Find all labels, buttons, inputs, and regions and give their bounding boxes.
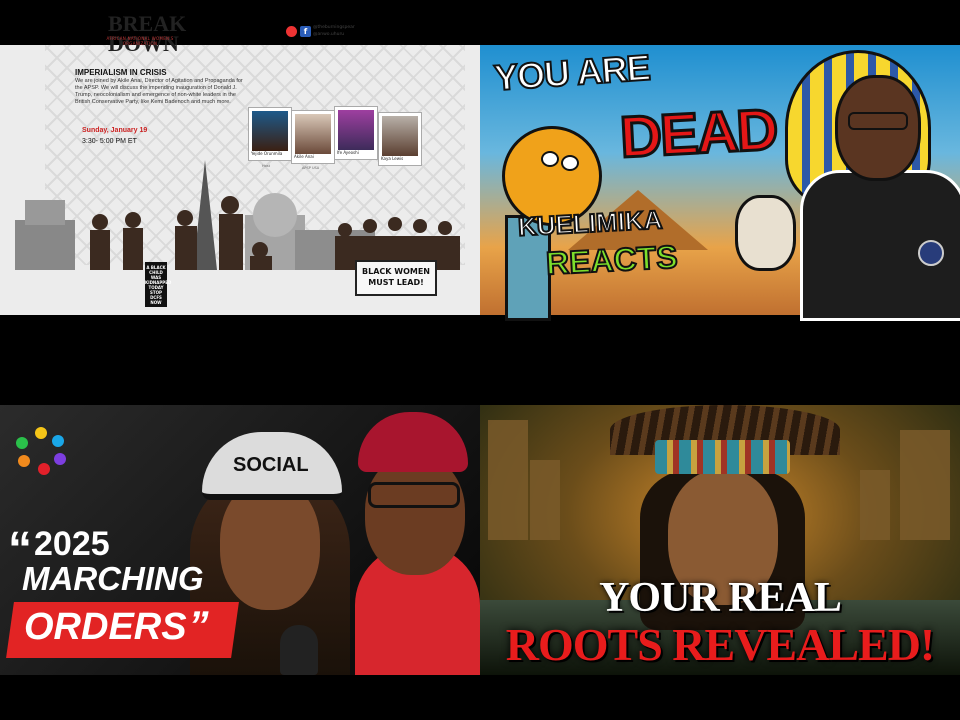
speaker-photo: [382, 116, 418, 156]
headline: IMPERIALISM IN CRISIS: [75, 68, 167, 77]
glasses-icon: [368, 482, 460, 508]
cap-text: SOCIAL: [233, 454, 309, 476]
title-line-2: DEAD: [617, 95, 780, 171]
eye-icon: [561, 155, 579, 171]
social-icons: f: [286, 26, 311, 37]
title-line-3: ORDERS”: [24, 604, 209, 649]
protest-sign: A BLACK CHILD WAS KIDNAPPED TODAY STOP D…: [145, 262, 171, 307]
speaker-name: Ife Ayeoshi: [337, 150, 359, 155]
speaker-photo: [338, 110, 374, 150]
facebook-icon: f: [300, 26, 311, 37]
banner-line-2: MUST LEAD!: [368, 278, 424, 287]
speaker-name: Akile Anai: [294, 154, 314, 159]
speaker-card: Akile Anai: [291, 110, 335, 164]
mummy-character: [735, 195, 796, 271]
beaded-headband: [655, 440, 790, 474]
channel-logo-icon: [16, 427, 66, 475]
ruin-structure: [488, 420, 528, 540]
orders-text: ORDERS: [24, 606, 187, 648]
banner-line-1: BLACK WOMEN: [362, 267, 430, 276]
ruin-structure: [530, 460, 560, 540]
event-date: Sunday, January 19: [82, 127, 148, 134]
speaker-card: Ife Ayeoshi: [334, 106, 378, 160]
youtube-icon: [286, 26, 297, 37]
title-line-2: ROOTS REVEALED!: [505, 619, 935, 670]
event-time: 3:30- 5:00 PM ET: [82, 138, 137, 145]
glasses-icon: [848, 112, 908, 130]
man-face: [365, 455, 465, 575]
logo-subtitle: AFRICAN NATIONAL WOMEN'S ORGANIZATION: [106, 36, 174, 46]
pin-badge-icon: [918, 240, 944, 266]
speaker-card: Kaya Lewis: [378, 112, 422, 166]
breakdown-logo: BREAK DOWN: [108, 13, 186, 55]
ruin-structure: [860, 470, 890, 540]
speaker-name: Yejide Orunmila: [251, 151, 283, 156]
close-quote: ”: [188, 604, 209, 648]
title-line-4: REACTS: [544, 238, 679, 283]
ruin-structure: [900, 430, 950, 540]
title-line-2: MARCHING: [22, 560, 204, 597]
microphone-icon: [280, 625, 318, 675]
description: We are joined by Akile Anai, Director of…: [75, 78, 243, 105]
speaker-card: Yejide Orunmila: [248, 107, 292, 161]
year-text: 2025: [34, 525, 110, 563]
eye-icon: [541, 151, 559, 167]
title-line-1: YOUR REAL: [599, 575, 842, 621]
speaker-photo: [252, 111, 288, 151]
handle-1: @theburningspear: [313, 25, 355, 30]
handle-2: @anwo.uhuru: [313, 32, 345, 37]
city-skyline-collage: [15, 160, 460, 270]
social-handles: @theburningspear @anwo.uhuru: [313, 24, 355, 38]
speaker-photo: [295, 114, 331, 154]
protest-banner: BLACK WOMEN MUST LEAD!: [355, 260, 437, 296]
